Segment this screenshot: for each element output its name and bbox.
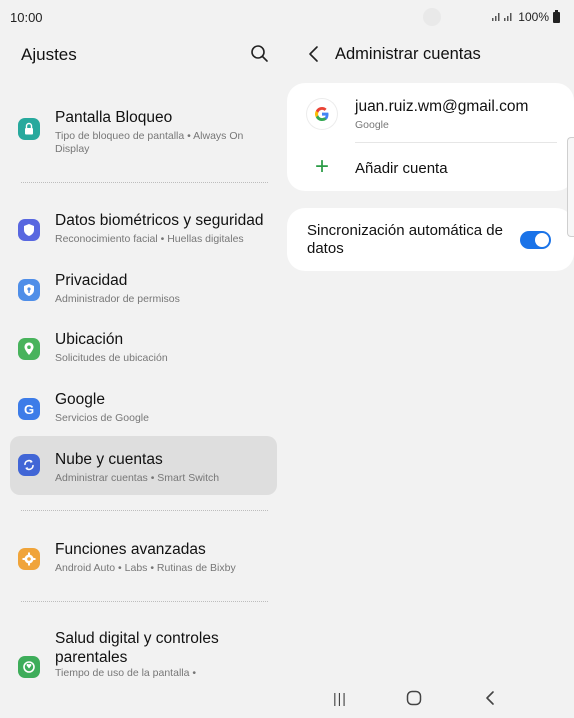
shield-icon (18, 219, 40, 241)
item-title: Funciones avanzadas (55, 541, 206, 558)
divider (21, 182, 268, 183)
google-icon: G (18, 398, 40, 420)
lock-icon (18, 118, 40, 140)
privacy-shield-icon (18, 279, 40, 301)
status-bar: 10:00 100% (0, 0, 574, 34)
settings-item-location[interactable]: Ubicación Solicitudes de ubicación (10, 324, 277, 383)
auto-sync-toggle[interactable] (520, 231, 551, 249)
settings-item-privacy[interactable]: Privacidad Administrador de permisos (10, 265, 277, 324)
settings-item-lock-screen[interactable]: Pantalla Bloqueo Tipo de bloqueo de pant… (10, 102, 277, 161)
digital-wellbeing-icon (18, 656, 40, 678)
edge-panel-handle[interactable] (567, 137, 574, 237)
divider (21, 601, 268, 602)
settings-item-google[interactable]: G Google Servicios de Google (10, 384, 277, 443)
auto-sync-card: Sincronización automática de datos (287, 208, 574, 271)
back-icon (486, 691, 494, 705)
svg-text:G: G (24, 402, 34, 417)
advanced-features-icon (18, 548, 40, 570)
item-subtitle: Administrar cuentas • Smart Switch (55, 472, 220, 484)
item-title: Datos biométricos y seguridad (55, 212, 264, 229)
camera-cutout-icon (423, 8, 441, 26)
settings-item-cloud-accounts[interactable]: Nube y cuentas Administrar cuentas • Sma… (10, 436, 277, 495)
item-subtitle: Administrador de permisos (55, 293, 180, 305)
search-button[interactable] (247, 41, 273, 67)
item-subtitle: Reconocimiento facial • Huellas digitale… (55, 233, 244, 245)
settings-item-advanced-features[interactable]: Funciones avanzadas Android Auto • Labs … (10, 534, 277, 593)
settings-item-digital-wellbeing[interactable]: Salud digital y controles parentales Tie… (10, 624, 277, 678)
navigation-bar: ||| (287, 678, 574, 718)
item-subtitle: Tiempo de uso de la pantalla • (55, 667, 197, 678)
battery-percent: 100% (518, 10, 549, 24)
settings-item-biometrics[interactable]: Datos biométricos y seguridad Reconocimi… (10, 205, 277, 264)
item-title: Pantalla Bloqueo (55, 109, 173, 126)
auto-sync-label: Sincronización automática de datos (307, 222, 503, 257)
item-title: Salud digital y controles parentales (55, 630, 219, 666)
item-subtitle: Android Auto • Labs • Rutinas de Bixby (55, 562, 236, 574)
plus-icon: + (315, 153, 330, 180)
item-title: Google (55, 391, 105, 408)
add-account-label: Añadir cuenta (355, 160, 448, 177)
status-time: 10:00 (10, 10, 43, 25)
battery-icon (553, 9, 560, 23)
search-icon (251, 45, 268, 62)
panel-title: Administrar cuentas (335, 45, 481, 63)
signal-icon (492, 11, 514, 23)
recent-apps-button[interactable]: ||| (325, 686, 355, 710)
sync-icon (18, 454, 40, 476)
account-type: Google (355, 119, 389, 131)
divider (355, 142, 557, 143)
home-icon (406, 690, 422, 706)
accounts-card: juan.ruiz.wm@gmail.com Google + Añadir c… (287, 83, 574, 191)
back-button[interactable] (303, 42, 325, 66)
manage-accounts-panel: Administrar cuentas juan.ruiz.wm@gmail.c… (287, 34, 574, 678)
item-title: Nube y cuentas (55, 451, 163, 468)
status-right: 100% (492, 9, 560, 24)
item-title: Privacidad (55, 272, 128, 289)
location-icon (18, 338, 40, 360)
divider (21, 510, 268, 511)
item-title: Ubicación (55, 331, 124, 348)
google-account-icon (307, 99, 337, 129)
item-subtitle: Servicios de Google (55, 412, 149, 424)
item-subtitle: Tipo de bloqueo de pantalla • Always On … (55, 130, 244, 155)
account-email: juan.ruiz.wm@gmail.com (355, 98, 529, 115)
page-title: Ajustes (21, 45, 77, 64)
nav-back-button[interactable] (475, 686, 505, 710)
recent-apps-icon: ||| (333, 690, 347, 706)
home-button[interactable] (399, 686, 429, 710)
item-subtitle: Solicitudes de ubicación (55, 352, 168, 364)
toggle-knob (535, 233, 549, 247)
back-chevron-icon (309, 46, 318, 62)
settings-panel: Ajustes Pantalla Bloqueo Tipo de bloqueo… (0, 34, 287, 678)
